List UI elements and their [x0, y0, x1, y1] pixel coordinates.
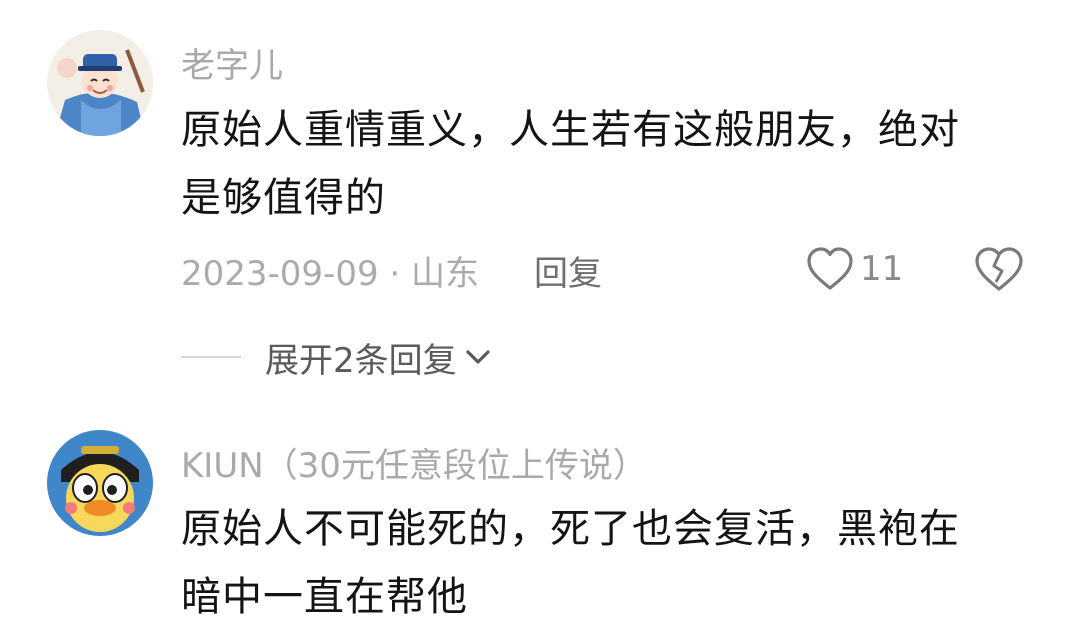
comment-text-line: 原始人重情重义，人生若有这般朋友，绝对 [181, 107, 960, 153]
comment-meta: 2023-09-09 · 山东 [181, 254, 480, 294]
expand-replies-button[interactable]: 展开2条回复 [181, 333, 491, 381]
avatar-illustration [47, 30, 153, 136]
reply-button[interactable]: 回复 [534, 246, 602, 295]
avatar[interactable] [47, 430, 153, 536]
comment-text-line: 原始人不可能死的，死了也会复活，黑袍在 [181, 506, 960, 552]
like-count: 11 [860, 249, 904, 289]
broken-heart-icon [975, 247, 1023, 291]
like-button[interactable]: 11 [806, 244, 903, 294]
comment-text: 原始人重情重义，人生若有这般朋友，绝对 是够值得的 [181, 96, 1041, 232]
chevron-down-icon [466, 350, 490, 364]
heart-outline-icon [807, 247, 853, 290]
comment-text: 原始人不可能死的，死了也会复活，黑袍在 暗中一直在帮他 [181, 495, 1041, 631]
avatar[interactable] [47, 30, 153, 136]
comment-list: 老字儿 原始人重情重义，人生若有这般朋友，绝对 是够值得的 2023-09-09… [0, 0, 1079, 641]
comment-text-line: 暗中一直在帮他 [181, 574, 468, 620]
username[interactable]: 老字儿 [181, 38, 283, 87]
comment-item: 老字儿 原始人重情重义，人生若有这般朋友，绝对 是够值得的 2023-09-09… [0, 0, 1079, 400]
comment-item: KIUN（30元任意段位上传说） 原始人不可能死的，死了也会复活，黑袍在 暗中一… [0, 400, 1079, 641]
expand-replies-label: 展开2条回复 [265, 340, 457, 381]
dislike-button[interactable] [974, 244, 1024, 294]
avatar-illustration [47, 430, 153, 536]
divider-line [181, 356, 241, 358]
username[interactable]: KIUN（30元任意段位上传说） [181, 438, 647, 487]
comment-text-line: 是够值得的 [181, 175, 386, 221]
